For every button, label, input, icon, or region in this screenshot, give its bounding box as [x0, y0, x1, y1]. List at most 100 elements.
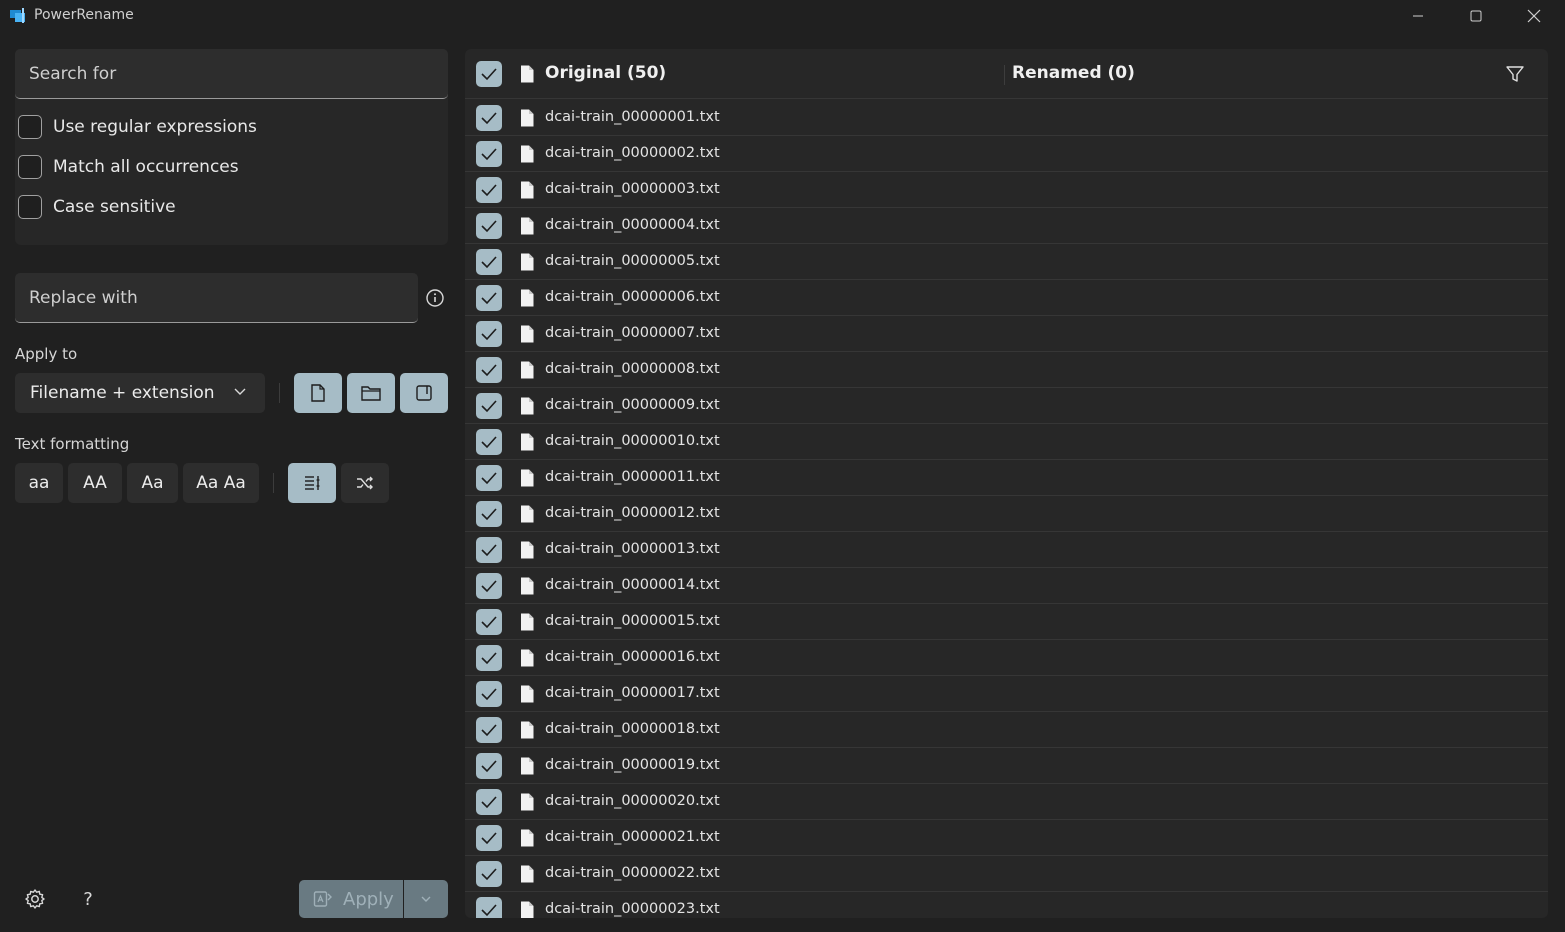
original-column-header[interactable]: Original (50) [545, 63, 666, 83]
file-checkbox[interactable] [476, 429, 502, 455]
file-checkbox[interactable] [476, 141, 502, 167]
file-row[interactable]: dcai-train_00000021.txt [465, 820, 1548, 856]
include-subfolders-toggle[interactable] [400, 373, 448, 413]
file-checkbox[interactable] [476, 321, 502, 347]
file-row[interactable]: dcai-train_00000001.txt [465, 100, 1548, 136]
use-regex-checkbox[interactable] [18, 115, 42, 139]
case-sensitive-label: Case sensitive [53, 197, 176, 217]
search-input[interactable]: Search for [15, 49, 448, 99]
match-all-option[interactable]: Match all occurrences [18, 154, 239, 180]
enumerate-items-toggle[interactable] [288, 463, 336, 503]
apply-button[interactable]: Apply [299, 880, 403, 918]
uppercase-button[interactable]: AA [68, 463, 122, 503]
file-icon [521, 685, 534, 703]
checkmark-icon [481, 508, 497, 521]
case-sensitive-checkbox[interactable] [18, 195, 42, 219]
file-icon [521, 181, 534, 199]
file-row[interactable]: dcai-train_00000011.txt [465, 460, 1548, 496]
file-checkbox[interactable] [476, 861, 502, 887]
file-row[interactable]: dcai-train_00000016.txt [465, 640, 1548, 676]
info-icon[interactable] [425, 288, 445, 308]
file-row[interactable]: dcai-train_00000018.txt [465, 712, 1548, 748]
file-checkbox[interactable] [476, 537, 502, 563]
file-checkbox[interactable] [476, 789, 502, 815]
file-row[interactable]: dcai-train_00000009.txt [465, 388, 1548, 424]
rename-icon [313, 891, 332, 907]
file-name: dcai-train_00000009.txt [545, 397, 720, 413]
help-button[interactable]: ? [76, 887, 100, 911]
apply-options-dropdown[interactable] [404, 880, 448, 918]
file-checkbox[interactable] [476, 825, 502, 851]
checkmark-icon [481, 796, 497, 809]
file-checkbox[interactable] [476, 249, 502, 275]
lowercase-button[interactable]: aa [15, 463, 63, 503]
randomize-toggle[interactable] [341, 463, 389, 503]
file-row[interactable]: dcai-train_00000004.txt [465, 208, 1548, 244]
apply-to-dropdown[interactable]: Filename + extension [15, 373, 265, 413]
file-checkbox[interactable] [476, 105, 502, 131]
match-all-checkbox[interactable] [18, 155, 42, 179]
file-icon [521, 145, 534, 163]
title-bar: PowerRename [0, 0, 1565, 32]
filter-icon[interactable] [1505, 64, 1525, 84]
file-row[interactable]: dcai-train_00000015.txt [465, 604, 1548, 640]
file-rows: dcai-train_00000001.txt dcai-train_000000… [465, 100, 1548, 918]
minimize-button[interactable] [1389, 0, 1447, 32]
file-row[interactable]: dcai-train_00000020.txt [465, 784, 1548, 820]
file-checkbox[interactable] [476, 501, 502, 527]
file-row[interactable]: dcai-train_00000012.txt [465, 496, 1548, 532]
file-row[interactable]: dcai-train_00000010.txt [465, 424, 1548, 460]
file-row[interactable]: dcai-train_00000008.txt [465, 352, 1548, 388]
file-row[interactable]: dcai-train_00000003.txt [465, 172, 1548, 208]
maximize-button[interactable] [1447, 0, 1505, 32]
titlecase-button[interactable]: Aa [127, 463, 178, 503]
include-files-toggle[interactable] [294, 373, 342, 413]
file-row[interactable]: dcai-train_00000006.txt [465, 280, 1548, 316]
file-row[interactable]: dcai-train_00000002.txt [465, 136, 1548, 172]
file-row[interactable]: dcai-train_00000005.txt [465, 244, 1548, 280]
case-sensitive-option[interactable]: Case sensitive [18, 194, 176, 220]
search-options-card: Search for Use regular expressions Match… [15, 49, 448, 245]
file-row[interactable]: dcai-train_00000019.txt [465, 748, 1548, 784]
file-checkbox[interactable] [476, 681, 502, 707]
file-checkbox[interactable] [476, 393, 502, 419]
checkmark-icon [481, 652, 497, 665]
file-icon [521, 397, 534, 415]
replace-input[interactable]: Replace with [15, 273, 418, 323]
file-row[interactable]: dcai-train_00000014.txt [465, 568, 1548, 604]
file-checkbox[interactable] [476, 285, 502, 311]
file-name: dcai-train_00000022.txt [545, 865, 720, 881]
checkmark-icon [481, 292, 497, 305]
file-checkbox[interactable] [476, 177, 502, 203]
file-row[interactable]: dcai-train_00000017.txt [465, 676, 1548, 712]
file-icon [521, 829, 534, 847]
use-regex-option[interactable]: Use regular expressions [18, 114, 257, 140]
file-checkbox[interactable] [476, 897, 502, 918]
include-folders-toggle[interactable] [347, 373, 395, 413]
close-button[interactable] [1505, 0, 1563, 32]
capitalize-each-word-button[interactable]: Aa Aa [183, 463, 259, 503]
file-checkbox[interactable] [476, 465, 502, 491]
file-name: dcai-train_00000006.txt [545, 289, 720, 305]
select-all-checkbox[interactable] [476, 61, 502, 87]
settings-button[interactable] [23, 887, 47, 911]
checkmark-icon [481, 760, 497, 773]
file-checkbox[interactable] [476, 717, 502, 743]
file-checkbox[interactable] [476, 645, 502, 671]
file-row[interactable]: dcai-train_00000023.txt [465, 892, 1548, 918]
file-checkbox[interactable] [476, 753, 502, 779]
file-checkbox[interactable] [476, 573, 502, 599]
file-checkbox[interactable] [476, 609, 502, 635]
file-icon [521, 541, 534, 559]
file-checkbox[interactable] [476, 213, 502, 239]
powerrename-app-icon [10, 8, 25, 23]
file-row[interactable]: dcai-train_00000022.txt [465, 856, 1548, 892]
file-row[interactable]: dcai-train_00000007.txt [465, 316, 1548, 352]
checkmark-icon [481, 868, 497, 881]
file-checkbox[interactable] [476, 357, 502, 383]
column-divider[interactable] [1004, 65, 1005, 85]
file-row[interactable]: dcai-train_00000013.txt [465, 532, 1548, 568]
renamed-column-header[interactable]: Renamed (0) [1012, 63, 1135, 83]
file-list-header: Original (50) Renamed (0) [465, 49, 1548, 99]
checkmark-icon [481, 148, 497, 161]
